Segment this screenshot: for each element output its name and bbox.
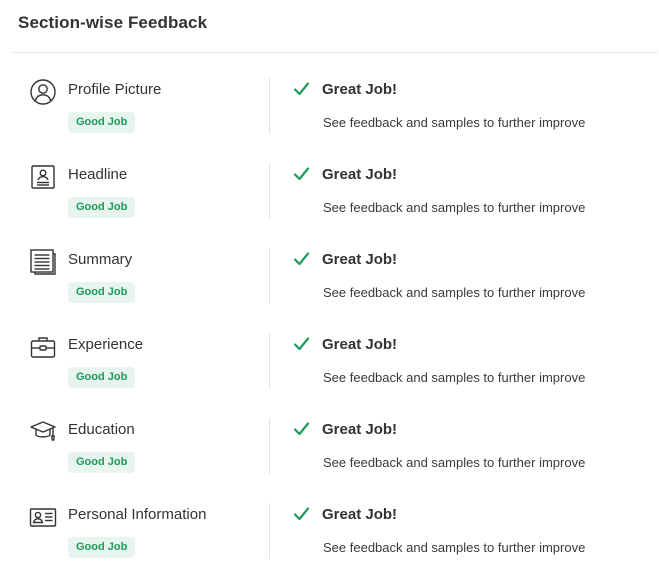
section-name: Experience	[68, 336, 144, 353]
section-row-profile-picture[interactable]: Profile Picture Good Job Great Job! See …	[0, 78, 659, 163]
section-name: Profile Picture	[68, 81, 162, 98]
section-name: Education	[68, 421, 135, 438]
column-divider	[269, 78, 270, 134]
section-row-education[interactable]: Education Good Job Great Job! See feedba…	[0, 418, 659, 503]
status-badge: Good Job	[68, 367, 136, 388]
section-row-experience[interactable]: Experience Good Job Great Job! See feedb…	[0, 333, 659, 418]
status-badge: Good Job	[68, 452, 136, 473]
status-title: Great Job!	[322, 421, 398, 438]
status-badge: Good Job	[68, 537, 136, 558]
feedback-link[interactable]: See feedback and samples to further impr…	[323, 370, 585, 385]
feedback-link[interactable]: See feedback and samples to further impr…	[323, 115, 585, 130]
status-badge: Good Job	[68, 282, 136, 303]
graduation-cap-icon	[29, 418, 57, 446]
check-icon	[293, 81, 310, 97]
status-title: Great Job!	[322, 81, 398, 98]
column-divider	[269, 503, 270, 559]
status-title: Great Job!	[322, 506, 398, 523]
status-badge: Good Job	[68, 112, 136, 133]
briefcase-icon	[29, 333, 57, 361]
column-divider	[269, 163, 270, 219]
page-title: Section-wise Feedback	[18, 13, 208, 32]
section-name: Personal Information	[68, 506, 207, 523]
section-name: Headline	[68, 166, 128, 183]
check-icon	[293, 251, 310, 267]
status-title: Great Job!	[322, 251, 398, 268]
feedback-link[interactable]: See feedback and samples to further impr…	[323, 285, 585, 300]
check-icon	[293, 166, 310, 182]
status-badge: Good Job	[68, 197, 136, 218]
document-lines-icon	[29, 248, 57, 276]
section-row-headline[interactable]: Headline Good Job Great Job! See feedbac…	[0, 163, 659, 248]
contact-card-icon	[29, 503, 57, 531]
feedback-link[interactable]: See feedback and samples to further impr…	[323, 540, 585, 555]
status-title: Great Job!	[322, 166, 398, 183]
status-title: Great Job!	[322, 336, 398, 353]
column-divider	[269, 333, 270, 389]
column-divider	[269, 248, 270, 304]
check-icon	[293, 421, 310, 437]
check-icon	[293, 506, 310, 522]
id-badge-icon	[29, 163, 57, 191]
column-divider	[269, 418, 270, 474]
section-row-personal-information[interactable]: Personal Information Good Job Great Job!…	[0, 503, 659, 588]
header-divider	[12, 52, 658, 53]
feedback-link[interactable]: See feedback and samples to further impr…	[323, 455, 585, 470]
check-icon	[293, 336, 310, 352]
section-row-summary[interactable]: Summary Good Job Great Job! See feedback…	[0, 248, 659, 333]
user-circle-icon	[29, 78, 57, 106]
feedback-link[interactable]: See feedback and samples to further impr…	[323, 200, 585, 215]
section-name: Summary	[68, 251, 133, 268]
section-feedback-list: Profile Picture Good Job Great Job! See …	[0, 78, 659, 588]
